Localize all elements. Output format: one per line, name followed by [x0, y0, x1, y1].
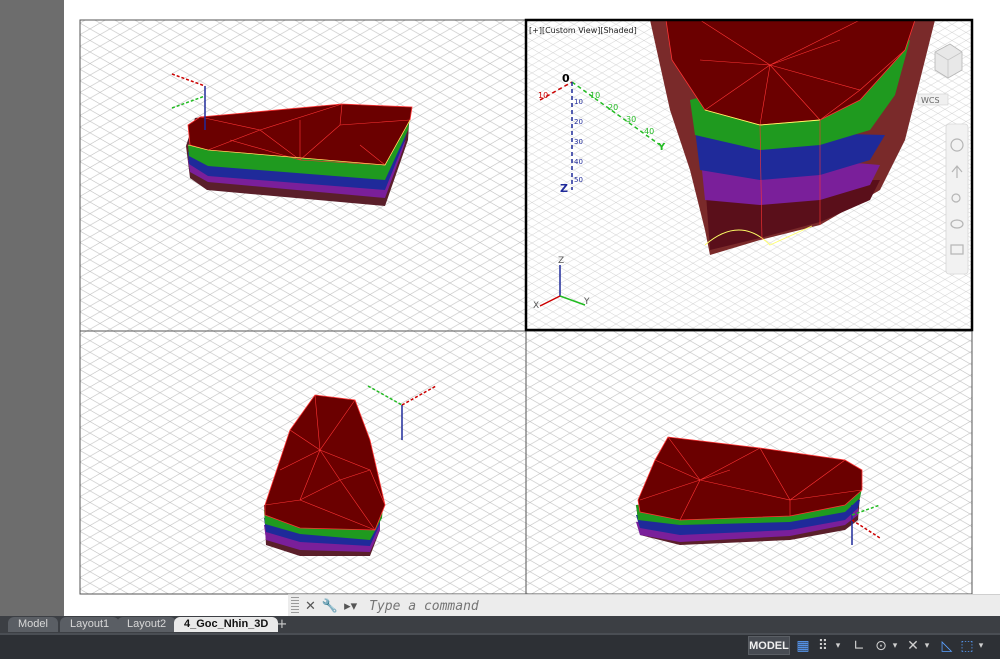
wcs-label: WCS	[921, 96, 940, 105]
workspace-dropdown-icon[interactable]: ▾	[976, 637, 986, 655]
add-layout-icon[interactable]: +	[274, 617, 290, 632]
command-input[interactable]	[367, 597, 1000, 615]
ucs-z-label: Z	[558, 256, 564, 266]
tab-4-goc-nhin-3d[interactable]: 4_Goc_Nhin_3D	[174, 617, 279, 632]
navigation-bar[interactable]	[945, 123, 969, 275]
osnap-dropdown-icon[interactable]: ▾	[922, 637, 932, 655]
ruler-y-end: Y	[657, 142, 666, 153]
ruler-zero-label: 0	[562, 72, 570, 85]
ruler-y-tick-1: 10	[590, 91, 600, 100]
tab-layout2[interactable]: Layout2	[117, 617, 177, 632]
command-line-grip[interactable]	[291, 597, 299, 615]
snap-dropdown-icon[interactable]: ▾	[833, 637, 843, 655]
layout-viewports[interactable]: 0 10 10 20 30 40 Y 10 20 30 40 50 Z Z Y …	[0, 0, 1000, 616]
tab-model[interactable]: Model	[8, 617, 58, 632]
ruler-z-tick-2: 20	[574, 118, 583, 126]
ruler-z-tick-3: 30	[574, 138, 583, 146]
close-icon[interactable]: ✕	[305, 599, 316, 614]
polar-dropdown-icon[interactable]: ▾	[890, 637, 900, 655]
tab-layout1[interactable]: Layout1	[60, 617, 120, 632]
status-bar-separator	[0, 633, 1000, 635]
ruler-z-tick-4: 40	[574, 158, 583, 166]
grid-icon[interactable]: ▦	[794, 637, 812, 655]
workspace-icon[interactable]: ⬚	[958, 637, 976, 655]
annotation-icon[interactable]: ◺	[938, 637, 956, 655]
polar-icon[interactable]: ⊙	[872, 637, 890, 655]
ortho-icon[interactable]: ∟	[850, 637, 868, 655]
ruler-y-tick-3: 30	[626, 115, 636, 124]
layout-tab-bar: Model Layout1 Layout2 4_Goc_Nhin_3D +	[0, 616, 1000, 633]
ruler-z-end: Z	[560, 182, 568, 195]
osnap-icon[interactable]: ✕	[904, 637, 922, 655]
command-line[interactable]: ✕ 🔧 ▸▾	[288, 594, 1000, 617]
viewport-label[interactable]: [+][Custom View][Shaded]	[529, 26, 637, 35]
ruler-z-tick-1: 10	[574, 98, 583, 106]
snap-icon[interactable]: ⠿	[814, 637, 832, 655]
ucs-y-label: Y	[583, 297, 590, 307]
model-space-button[interactable]: MODEL	[748, 636, 790, 655]
wrench-icon[interactable]: 🔧	[322, 599, 338, 614]
ruler-z-tick-5: 50	[574, 176, 583, 184]
command-prompt-icon[interactable]: ▸▾	[344, 599, 357, 614]
ruler-left-label: 10	[538, 91, 548, 100]
ruler-y-tick-4: 40	[644, 127, 654, 136]
ucs-x-label: X	[533, 301, 539, 311]
ruler-y-tick-2: 20	[608, 103, 618, 112]
